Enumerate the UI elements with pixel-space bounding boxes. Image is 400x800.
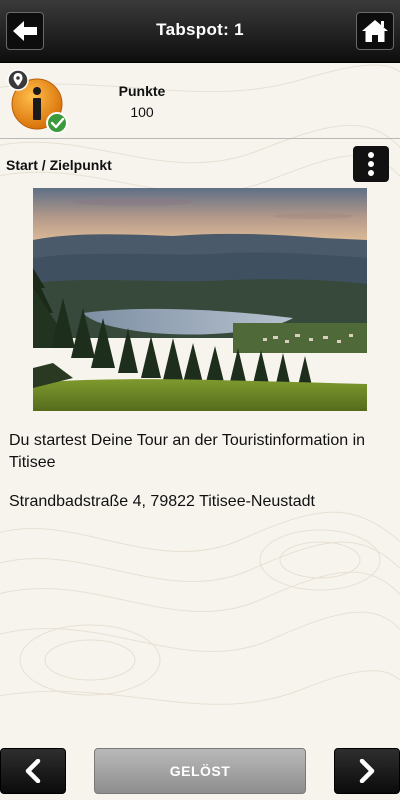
title-number: 1 [234, 20, 244, 39]
info-badge-icon [7, 69, 68, 134]
chevron-right-icon [359, 759, 375, 783]
section-title: Start / Zielpunkt [6, 157, 112, 173]
previous-button[interactable] [0, 748, 66, 794]
divider [0, 138, 400, 139]
home-icon [362, 20, 388, 42]
more-options-button[interactable] [353, 146, 389, 182]
next-button[interactable] [334, 748, 400, 794]
title-label: Tabspot: [156, 20, 230, 39]
chevron-left-icon [25, 759, 41, 783]
address-text: Strandbadstraße 4, 79822 Titisee-Neustad… [9, 493, 315, 510]
score-area: Punkte 100 [0, 62, 400, 138]
lake-landscape-photo [33, 188, 367, 411]
vertical-dots-icon [368, 152, 374, 176]
home-button[interactable] [356, 12, 394, 50]
points-label: Punkte [118, 83, 166, 99]
points-value: 100 [130, 104, 154, 120]
solved-button[interactable]: GELÖST [94, 748, 306, 794]
description-text: Du startest Deine Tour an der Touristinf… [9, 432, 366, 471]
page-title: Tabspot: 1 [0, 20, 400, 40]
app-header: Tabspot: 1 [0, 0, 400, 63]
